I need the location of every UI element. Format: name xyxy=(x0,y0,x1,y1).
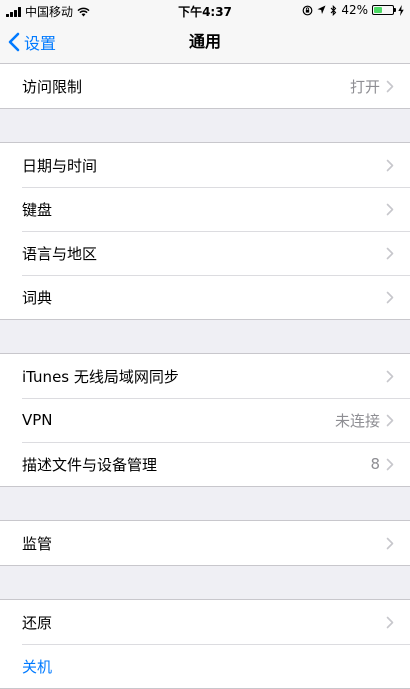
row-keyboard[interactable]: 键盘 xyxy=(0,187,410,231)
chevron-right-icon xyxy=(386,370,394,382)
battery-icon xyxy=(372,5,396,15)
row-label: 语言与地区 xyxy=(22,244,98,263)
row-label: 访问限制 xyxy=(22,77,83,96)
row-label: 描述文件与设备管理 xyxy=(22,455,158,474)
row-itunes-wifi-sync[interactable]: iTunes 无线局域网同步 xyxy=(0,354,410,398)
row-label: 词典 xyxy=(22,288,53,307)
settings-list: 访问限制 打开 日期与时间 键盘 语言与地区 词典 iTunes 无线局域网同步 xyxy=(0,64,410,689)
chevron-right-icon xyxy=(386,458,394,470)
row-label: 键盘 xyxy=(22,200,53,219)
settings-group-network: iTunes 无线局域网同步 VPN 未连接 描述文件与设备管理 8 xyxy=(0,353,410,487)
chevron-right-icon xyxy=(386,247,394,259)
chevron-right-icon xyxy=(386,203,394,215)
row-label: 还原 xyxy=(22,613,53,632)
settings-group-locale: 日期与时间 键盘 语言与地区 词典 xyxy=(0,142,410,320)
row-reset[interactable]: 还原 xyxy=(0,600,410,644)
row-restrictions[interactable]: 访问限制 打开 xyxy=(0,64,410,108)
back-label: 设置 xyxy=(24,34,57,53)
row-label: VPN xyxy=(22,411,53,429)
bluetooth-icon xyxy=(330,4,337,16)
settings-group-supervision: 监管 xyxy=(0,520,410,566)
chevron-right-icon xyxy=(386,159,394,171)
row-language-region[interactable]: 语言与地区 xyxy=(0,231,410,275)
row-value: 打开 xyxy=(349,77,380,96)
row-label: 关机 xyxy=(22,657,53,676)
row-supervision[interactable]: 监管 xyxy=(0,521,410,565)
row-label: 监管 xyxy=(22,534,53,553)
chevron-right-icon xyxy=(386,414,394,426)
chevron-right-icon xyxy=(386,537,394,549)
shutdown-button[interactable]: 关机 xyxy=(0,644,410,688)
row-label: iTunes 无线局域网同步 xyxy=(22,367,179,386)
row-label: 日期与时间 xyxy=(22,156,98,175)
row-date-time[interactable]: 日期与时间 xyxy=(0,143,410,187)
back-button[interactable]: 设置 xyxy=(8,20,56,64)
orientation-lock-icon xyxy=(302,5,313,15)
chevron-right-icon xyxy=(386,291,394,303)
location-icon xyxy=(317,5,326,14)
battery-percent: 42% xyxy=(341,3,368,17)
navigation-bar: 设置 通用 xyxy=(0,20,410,64)
settings-group-restrictions: 访问限制 打开 xyxy=(0,64,410,109)
row-dictionary[interactable]: 词典 xyxy=(0,275,410,319)
row-vpn[interactable]: VPN 未连接 xyxy=(0,398,410,442)
chevron-right-icon xyxy=(386,616,394,628)
row-profiles-device-management[interactable]: 描述文件与设备管理 8 xyxy=(0,442,410,486)
status-bar: 中国移动 下午4:37 42% xyxy=(0,0,410,20)
battery-level-fill xyxy=(374,7,382,13)
chevron-left-icon xyxy=(8,32,20,52)
charging-icon xyxy=(398,4,404,16)
chevron-right-icon xyxy=(386,80,394,92)
row-value: 8 xyxy=(370,455,380,473)
page-title: 通用 xyxy=(188,32,221,51)
settings-group-reset: 还原 关机 xyxy=(0,599,410,689)
row-value: 未连接 xyxy=(334,411,380,430)
status-right: 42% xyxy=(302,3,404,17)
